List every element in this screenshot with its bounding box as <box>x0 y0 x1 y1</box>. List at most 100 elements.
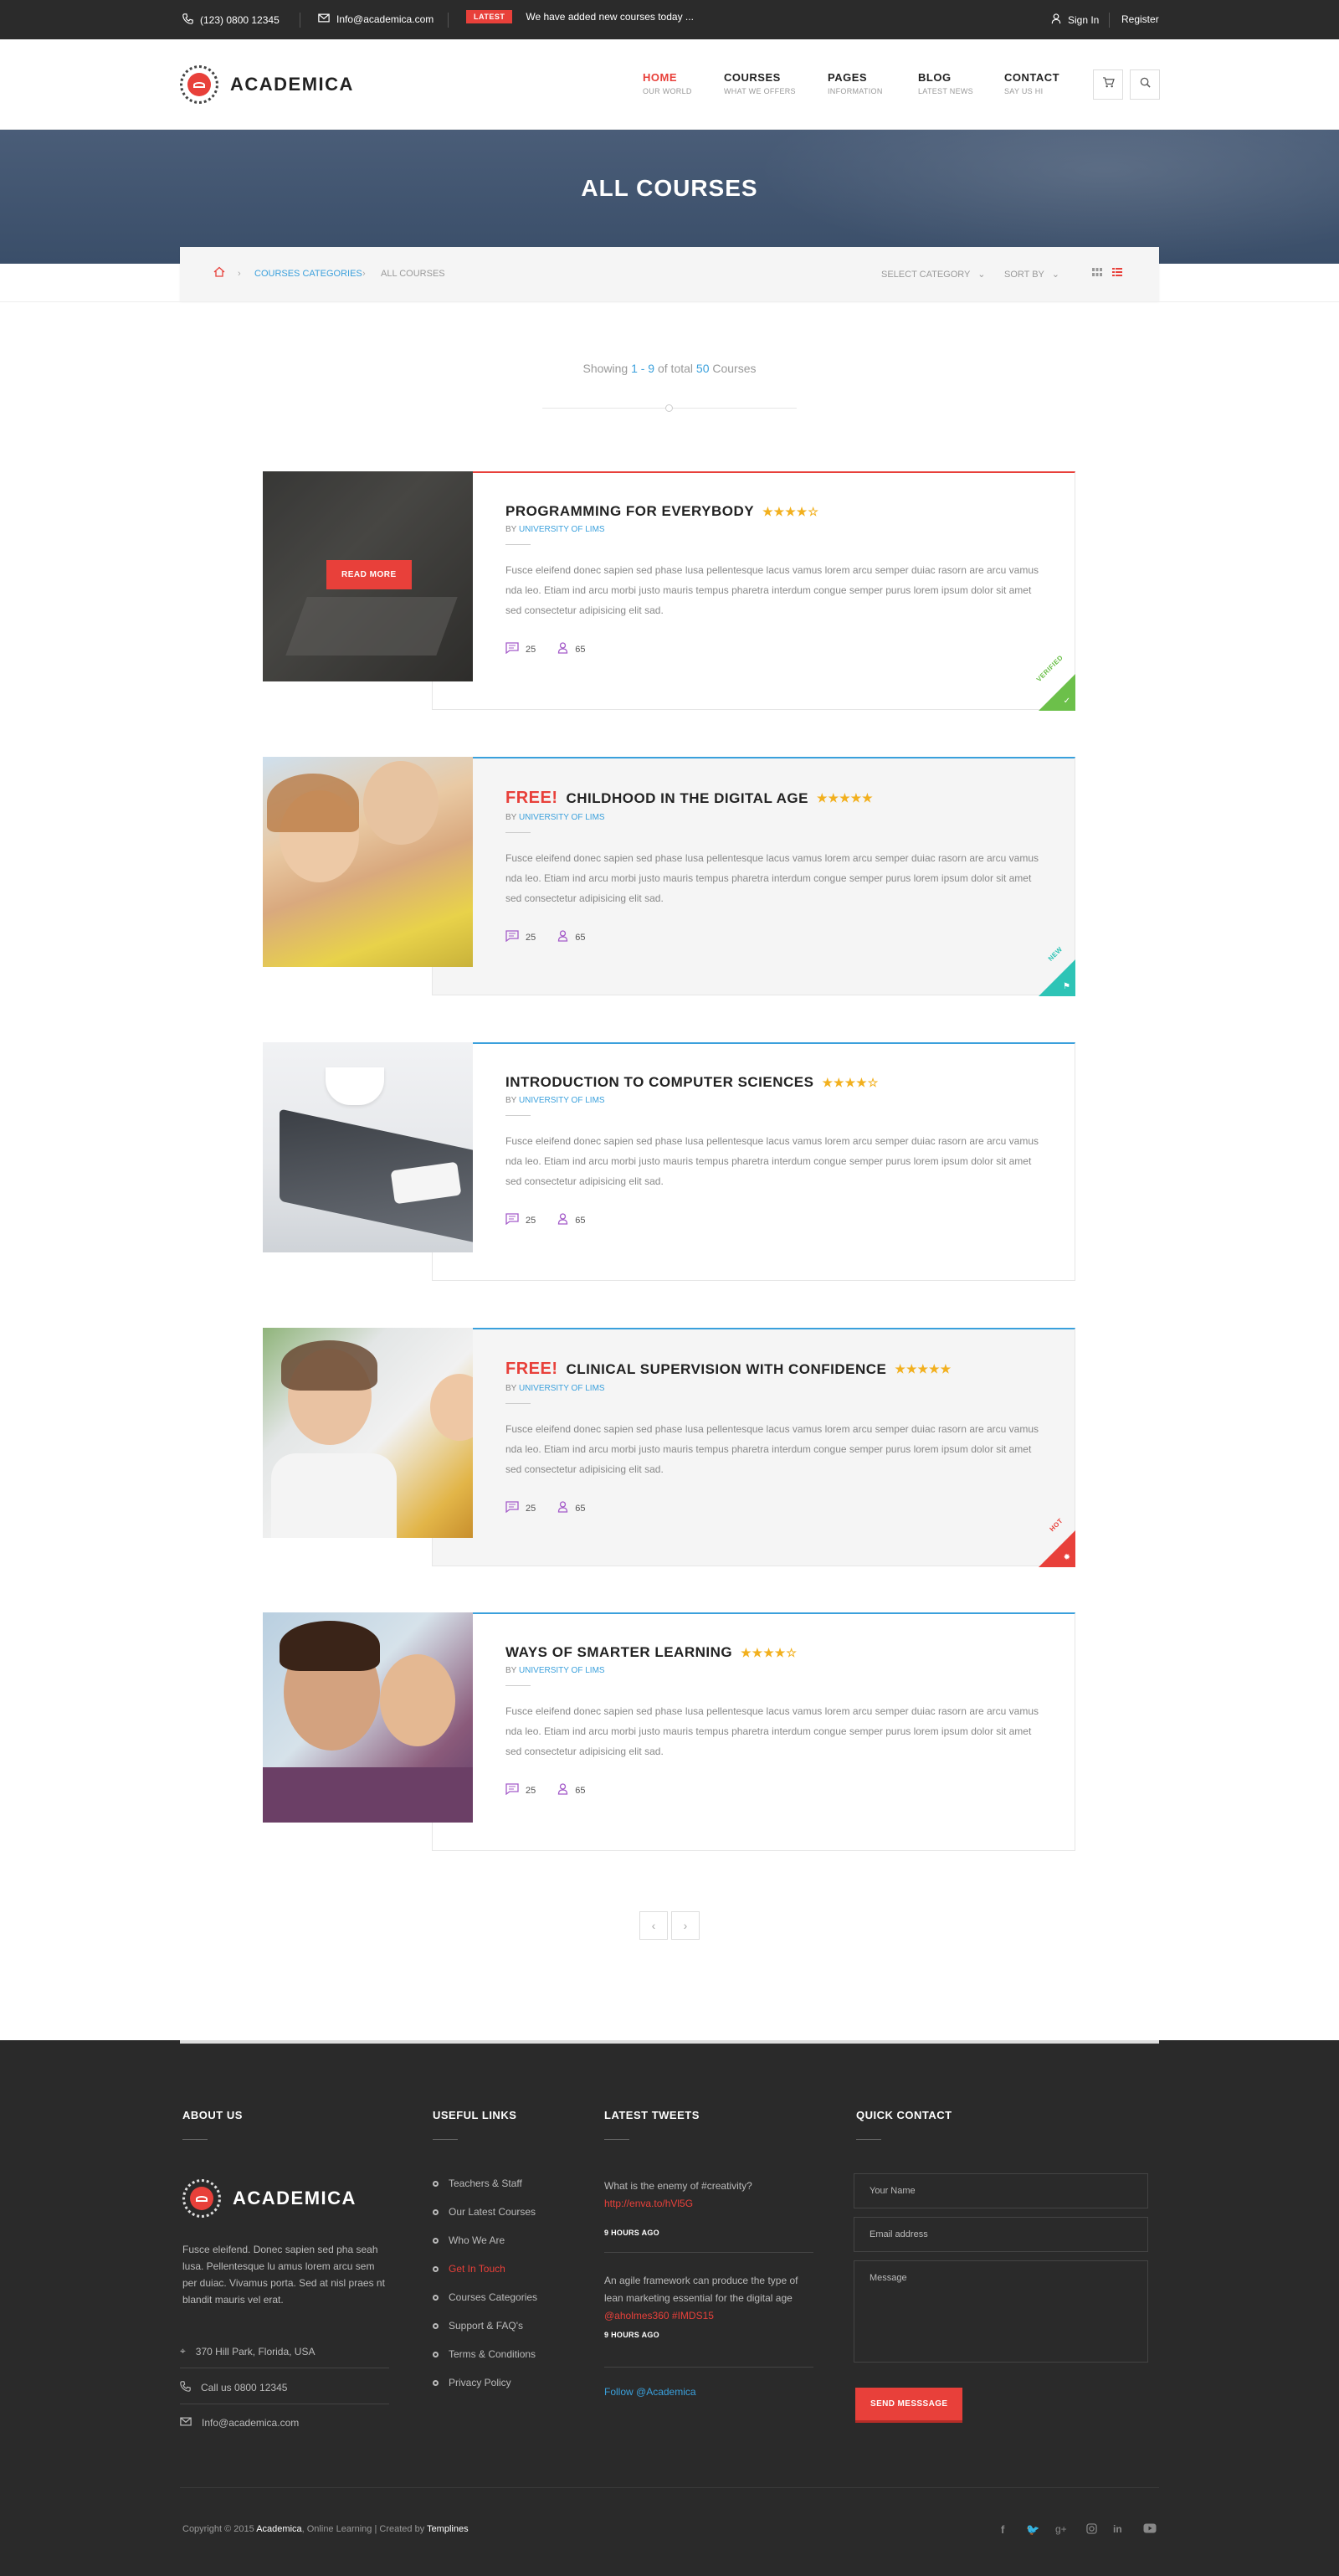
nav-pages[interactable]: PAGES INFORMATION <box>828 71 883 95</box>
tweet-link[interactable]: http://enva.to/hVl5G <box>604 2195 813 2213</box>
showing-of: of total <box>657 362 694 375</box>
footer-link[interactable]: Our Latest Courses <box>433 2206 536 2218</box>
user-icon <box>557 1213 568 1227</box>
home-crumb[interactable] <box>213 266 225 280</box>
course-title-row: FREE! CHILDHOOD IN THE DIGITAL AGE ★★★★★ <box>505 789 1041 808</box>
footer-link[interactable]: Get In Touch <box>433 2263 505 2275</box>
footer-link-label: Who We Are <box>449 2234 505 2246</box>
nav-blog-sub: LATEST NEWS <box>918 87 973 95</box>
course-image[interactable] <box>263 1328 473 1538</box>
copyright-prefix: Copyright © 2015 <box>182 2524 254 2534</box>
course-by: BY <box>505 525 517 534</box>
course-university[interactable]: UNIVERSITY OF LIMS <box>519 525 605 534</box>
course-title[interactable]: PROGRAMMING FOR EVERYBODY <box>505 503 754 520</box>
pagination-next[interactable]: › <box>671 1911 700 1940</box>
crumb-category[interactable]: COURSES CATEGORIES <box>254 269 362 279</box>
topbar-latest[interactable]: LATEST We have added new courses today .… <box>466 10 694 23</box>
footer-link-label: Our Latest Courses <box>449 2206 536 2218</box>
email-field[interactable]: Email address <box>854 2217 1148 2252</box>
signin-link[interactable]: Sign In <box>1051 13 1099 27</box>
course-university[interactable]: UNIVERSITY OF LIMS <box>519 1096 605 1105</box>
star-rating: ★★★★★ <box>895 1362 952 1375</box>
course-title[interactable]: WAYS OF SMARTER LEARNING <box>505 1644 732 1661</box>
comments-value: 25 <box>526 932 536 943</box>
footer-email-text: Info@academica.com <box>202 2417 300 2429</box>
comments-count: 25 <box>505 1783 536 1797</box>
course-university[interactable]: UNIVERSITY OF LIMS <box>519 813 605 822</box>
results-count: Showing 1 - 9 of total 50 Courses <box>0 362 1339 375</box>
footer-link[interactable]: Courses Categories <box>433 2291 537 2303</box>
showing-range: 1 - 9 <box>631 362 655 375</box>
course-description: Fusce eleifend donec sapien sed phase lu… <box>505 1705 1039 1757</box>
footer-tweets-title: LATEST TWEETS <box>604 2109 700 2121</box>
nav-courses[interactable]: COURSES WHAT WE OFFERS <box>724 71 796 95</box>
list-icon <box>1112 268 1122 279</box>
cart-button[interactable] <box>1093 69 1123 100</box>
user-icon <box>557 1501 568 1515</box>
instagram-icon[interactable] <box>1086 2523 1097 2537</box>
nav-pages-sub: INFORMATION <box>828 87 883 95</box>
list-view-button[interactable] <box>1112 268 1122 279</box>
footer-logo[interactable]: ACADEMICA <box>182 2179 357 2218</box>
message-field[interactable]: Message <box>854 2260 1148 2363</box>
page-hero: ALL COURSES <box>0 130 1339 264</box>
sort-by-label: SORT BY <box>1004 270 1044 280</box>
course-university[interactable]: UNIVERSITY OF LIMS <box>519 1666 605 1675</box>
nav-blog[interactable]: BLOG LATEST NEWS <box>918 71 973 95</box>
course-title[interactable]: INTRODUCTION TO COMPUTER SCIENCES <box>505 1074 813 1091</box>
name-field[interactable]: Your Name <box>854 2173 1148 2208</box>
footer-link[interactable]: Terms & Conditions <box>433 2348 536 2360</box>
tweet-text: What is the enemy of #creativity? <box>604 2180 752 2192</box>
tweet-link[interactable]: @aholmes360 #IMDS15 <box>604 2307 813 2325</box>
facebook-icon[interactable]: f <box>1001 2523 1004 2536</box>
linkedin-icon[interactable]: in <box>1113 2523 1122 2535</box>
course-image[interactable] <box>263 1612 473 1823</box>
copyright-brand[interactable]: Academica <box>256 2524 301 2534</box>
copyright: Copyright © 2015 Academica, Online Learn… <box>182 2524 469 2534</box>
register-link[interactable]: Register <box>1121 13 1159 25</box>
topbar-email[interactable]: Info@academica.com <box>318 13 434 25</box>
students-value: 65 <box>575 1215 586 1226</box>
course-title[interactable]: CHILDHOOD IN THE DIGITAL AGE <box>567 790 808 807</box>
grid-view-button[interactable] <box>1092 268 1102 279</box>
tweet-time: 9 HOURS AGO <box>604 2229 659 2237</box>
google-plus-icon[interactable]: g+ <box>1055 2523 1067 2535</box>
star-rating: ★★★★☆ <box>822 1075 880 1089</box>
site-logo[interactable]: ACADEMICA <box>180 65 354 104</box>
youtube-icon[interactable] <box>1143 2523 1157 2536</box>
comment-icon <box>505 1783 519 1797</box>
twitter-icon[interactable]: 🐦 <box>1026 2523 1039 2537</box>
course-image[interactable] <box>263 757 473 967</box>
select-category-dropdown[interactable]: SELECT CATEGORY ⌄ <box>881 269 985 280</box>
chevron-left-icon: ‹ <box>651 1919 656 1932</box>
read-more-button[interactable]: READ MORE <box>326 560 412 589</box>
students-value: 65 <box>575 1503 586 1514</box>
course-by: BY <box>505 813 517 822</box>
follow-link[interactable]: Follow @Academica <box>604 2386 696 2398</box>
footer-link[interactable]: Support & FAQ's <box>433 2320 523 2332</box>
footer-link[interactable]: Who We Are <box>433 2234 505 2246</box>
course-university[interactable]: UNIVERSITY OF LIMS <box>519 1384 605 1393</box>
students-value: 65 <box>575 1785 586 1796</box>
footer-link-label: Support & FAQ's <box>449 2320 523 2332</box>
course-description: Fusce eleifend donec sapien sed phase lu… <box>505 1135 1039 1187</box>
nav-home[interactable]: HOME OUR WORLD <box>643 71 692 95</box>
pagination-prev[interactable]: ‹ <box>639 1911 668 1940</box>
copyright-author[interactable]: Templines <box>427 2524 469 2534</box>
footer-link[interactable]: Privacy Policy <box>433 2377 511 2388</box>
user-icon <box>557 1783 568 1797</box>
footer-link[interactable]: Teachers & Staff <box>433 2178 522 2189</box>
send-message-button[interactable]: SEND MESSSAGE <box>855 2388 963 2423</box>
footer-email[interactable]: Info@academica.com <box>180 2417 299 2429</box>
course-title[interactable]: CLINICAL SUPERVISION WITH CONFIDENCE <box>567 1361 887 1378</box>
sort-by-dropdown[interactable]: SORT BY ⌄ <box>1004 269 1059 280</box>
map-pin-icon: ⌖ <box>180 2345 186 2357</box>
comments-count: 25 <box>505 1501 536 1515</box>
mail-icon <box>180 2417 192 2429</box>
course-image[interactable] <box>263 1042 473 1252</box>
nav-contact[interactable]: CONTACT SAY US HI <box>1004 71 1059 95</box>
course-image[interactable]: READ MORE <box>263 471 473 681</box>
course-author: BY UNIVERSITY OF LIMS <box>505 1666 1041 1675</box>
search-button[interactable] <box>1130 69 1160 100</box>
chevron-right-icon: › <box>683 1919 688 1932</box>
